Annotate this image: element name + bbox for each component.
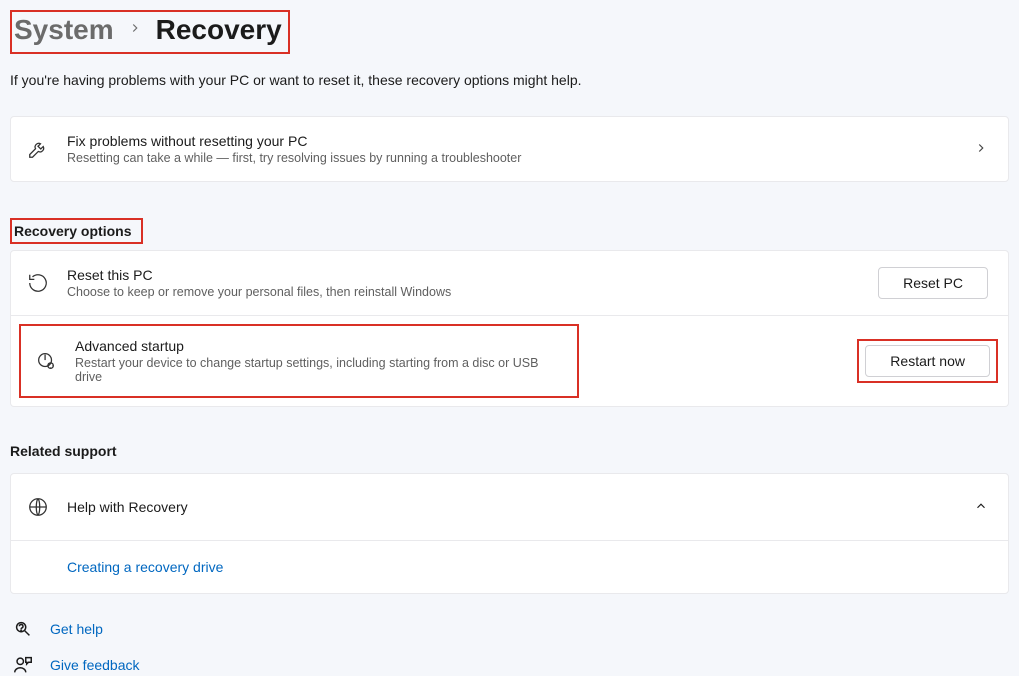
fix-problems-sub: Resetting can take a while — first, try … xyxy=(67,151,956,165)
chevron-right-icon xyxy=(974,141,988,158)
give-feedback-link[interactable]: Give feedback xyxy=(12,654,1009,676)
reset-pc-card: Reset this PC Choose to keep or remove y… xyxy=(10,250,1009,316)
breadcrumb-parent[interactable]: System xyxy=(14,14,114,46)
help-icon xyxy=(12,618,34,640)
advanced-startup-card: Advanced startup Restart your device to … xyxy=(10,316,1009,407)
get-help-link[interactable]: Get help xyxy=(12,618,1009,640)
chevron-right-icon xyxy=(128,21,142,39)
reset-pc-sub: Choose to keep or remove your personal f… xyxy=(67,285,860,299)
chevron-up-icon xyxy=(974,499,988,516)
reset-pc-button[interactable]: Reset PC xyxy=(878,267,988,299)
creating-recovery-drive-link[interactable]: Creating a recovery drive xyxy=(67,559,223,575)
get-help-label: Get help xyxy=(50,621,103,637)
recovery-options-heading: Recovery options xyxy=(10,218,143,244)
fix-problems-card[interactable]: Fix problems without resetting your PC R… xyxy=(10,116,1009,182)
help-recovery-title: Help with Recovery xyxy=(67,499,956,515)
reset-icon xyxy=(27,272,49,294)
advanced-startup-sub: Restart your device to change startup se… xyxy=(75,356,561,384)
fix-problems-title: Fix problems without resetting your PC xyxy=(67,133,956,149)
breadcrumb: System Recovery xyxy=(10,10,290,54)
globe-icon xyxy=(27,496,49,518)
breadcrumb-current: Recovery xyxy=(156,14,282,46)
intro-text: If you're having problems with your PC o… xyxy=(10,72,1009,88)
advanced-startup-title: Advanced startup xyxy=(75,338,561,354)
give-feedback-label: Give feedback xyxy=(50,657,140,673)
feedback-icon xyxy=(12,654,34,676)
related-support-heading: Related support xyxy=(10,443,1009,459)
reset-pc-title: Reset this PC xyxy=(67,267,860,283)
power-gear-icon xyxy=(35,350,57,372)
wrench-icon xyxy=(27,138,49,160)
help-recovery-card[interactable]: Help with Recovery Creating a recovery d… xyxy=(10,473,1009,594)
restart-now-button[interactable]: Restart now xyxy=(865,345,990,377)
